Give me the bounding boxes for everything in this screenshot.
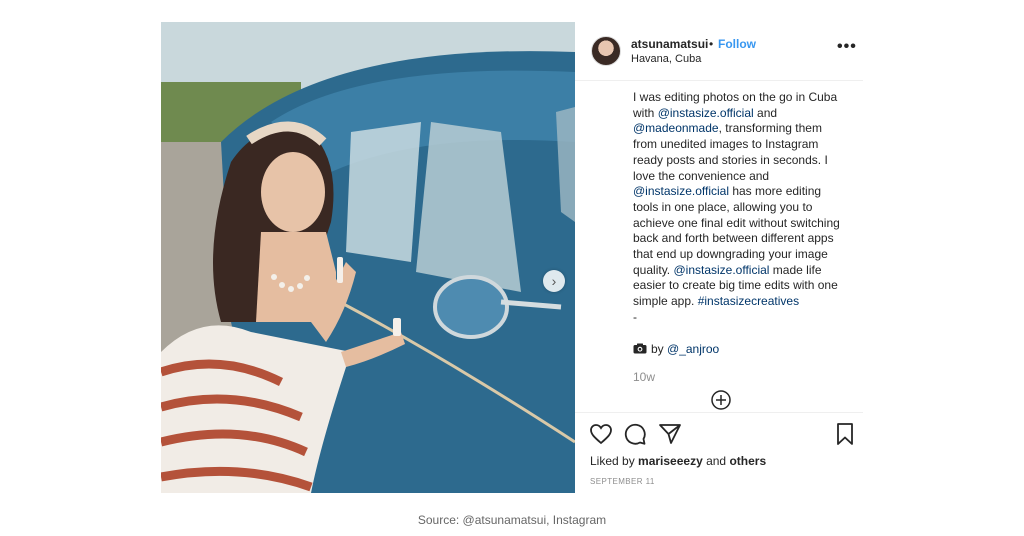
location-link[interactable]: Havana, Cuba <box>631 53 701 65</box>
plus-circle-icon[interactable] <box>711 390 731 410</box>
time-ago[interactable]: 10w <box>633 370 655 384</box>
post-caption: I was editing photos on the go in Cuba w… <box>633 90 847 326</box>
credit-prefix: by <box>651 342 668 356</box>
hashtag-link[interactable]: #instasizecreatives <box>698 294 799 308</box>
post-header: atsunamatsui • Follow Havana, Cuba ••• <box>575 22 863 81</box>
mention-link[interactable]: @instasize.official <box>673 263 769 277</box>
liked-and: and <box>702 454 730 468</box>
camera-icon <box>633 343 647 357</box>
caption-text: - <box>633 309 637 324</box>
bookmark-icon[interactable] <box>833 422 857 446</box>
likes-summary: Liked by mariseeezy and others <box>590 454 766 468</box>
liked-user-link[interactable]: mariseeezy <box>638 454 703 468</box>
comment-icon[interactable] <box>623 422 647 446</box>
more-options-icon[interactable]: ••• <box>837 38 857 56</box>
liked-prefix: Liked by <box>590 454 639 468</box>
mention-link[interactable]: @madeonmade <box>633 121 719 135</box>
header-separator: • <box>709 37 714 51</box>
liked-others-link[interactable]: others <box>729 454 766 468</box>
instagram-post: › atsunamatsui • Follow Havana, Cuba •••… <box>161 22 863 493</box>
source-caption: Source: @atsunamatsui, Instagram <box>417 513 607 527</box>
post-photo[interactable]: › <box>161 22 575 493</box>
post-actions: Liked by mariseeezy and others SEPTEMBER… <box>575 412 863 494</box>
follow-button[interactable]: Follow <box>718 37 756 51</box>
credit-user-link[interactable]: @_anjroo <box>667 342 719 356</box>
heart-icon[interactable] <box>589 422 613 446</box>
share-icon[interactable] <box>658 422 682 446</box>
photo-illustration <box>161 22 575 493</box>
photo-credit: by @_anjroo <box>633 342 719 357</box>
username[interactable]: atsunamatsui <box>631 37 708 51</box>
post-sidebar: atsunamatsui • Follow Havana, Cuba ••• I… <box>575 22 863 493</box>
post-date[interactable]: SEPTEMBER 11 <box>590 477 655 486</box>
chevron-right-icon[interactable]: › <box>543 270 565 292</box>
mention-link[interactable]: @instasize.official <box>658 106 754 120</box>
avatar[interactable] <box>591 36 621 66</box>
mention-link[interactable]: @instasize.official <box>633 184 729 198</box>
caption-text: and <box>753 105 778 120</box>
